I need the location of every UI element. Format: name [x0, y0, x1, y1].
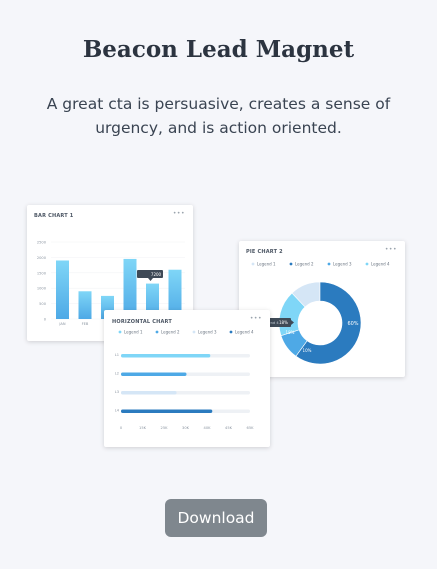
- h-bar: [121, 409, 213, 413]
- h-row-label: L1: [115, 353, 119, 357]
- pie-label-medium: 18%: [286, 330, 295, 335]
- bar: [56, 260, 69, 319]
- bar-tooltip-value: 7200: [151, 272, 162, 277]
- h-legend-label: Legend 4: [235, 329, 254, 334]
- pie-legend-label: Legend 1: [257, 261, 276, 266]
- bar-x-tick-label: FEB: [82, 322, 89, 326]
- h-row-label: L4: [115, 409, 120, 413]
- bar-x-tick-label: JAN: [58, 322, 65, 326]
- h-legend-label: Legend 1: [124, 329, 143, 334]
- h-legend-swatch: [118, 330, 122, 334]
- bar: [78, 291, 92, 319]
- h-legend-swatch: [192, 330, 196, 334]
- pie-tooltip-value: 18%: [279, 320, 288, 325]
- h-x-tick-label: 45K: [225, 426, 233, 430]
- download-button[interactable]: Download: [165, 499, 267, 537]
- h-row-label: L2: [115, 372, 119, 376]
- pie-legend-swatch: [327, 262, 331, 266]
- pie-label-big: 60%: [347, 321, 358, 327]
- h-x-tick-label: 0: [120, 426, 123, 430]
- pie-legend-swatch: [365, 262, 369, 266]
- h-legend-label: Legend 2: [161, 329, 180, 334]
- h-x-tick-label: 65K: [247, 426, 255, 430]
- bar-y-tick-label: 2500: [37, 241, 47, 245]
- h-x-tick-label: 25K: [161, 426, 169, 430]
- h-legend-swatch: [155, 330, 159, 334]
- pie-legend-swatch: [289, 262, 293, 266]
- bar-y-tick-label: 500: [39, 302, 47, 306]
- bar-y-tick-label: 1500: [37, 271, 47, 275]
- h-bar: [121, 391, 177, 395]
- h-bar: [121, 354, 211, 358]
- h-legend-label: Legend 3: [198, 329, 217, 334]
- h-x-tick-label: 30K: [182, 426, 190, 430]
- page-title: Beacon Lead Magnet: [82, 36, 355, 63]
- horizontal-chart-card: HORIZONTAL CHART ••• Legend 1 Legend 2 Leg…: [104, 310, 270, 447]
- horizontal-chart-plot: Legend 1 Legend 2 Legend 3 Legend 4 L1 L2 L3 L4…: [115, 329, 255, 430]
- pie-legend-swatch: [251, 262, 255, 266]
- pie-label-small: 10%: [303, 348, 312, 353]
- pie-legend-label: Legend 4: [371, 261, 390, 266]
- h-legend-swatch: [229, 330, 233, 334]
- bar-y-tick-label: 2000: [37, 256, 47, 260]
- pie-legend-label: Legend 2: [295, 261, 314, 266]
- bar-y-tick-label: 0: [44, 318, 47, 322]
- page-subtitle: A great cta is persuasive, creates a sen…: [46, 95, 391, 137]
- h-row-label: L3: [115, 390, 119, 394]
- h-x-tick-label: 15K: [139, 426, 147, 430]
- h-x-tick-label: 40K: [204, 426, 212, 430]
- pie-legend-label: Legend 3: [333, 261, 352, 266]
- bar-y-tick-label: 1000: [37, 287, 47, 291]
- bar-tooltip-arrow: [148, 278, 153, 281]
- h-bar: [121, 372, 187, 376]
